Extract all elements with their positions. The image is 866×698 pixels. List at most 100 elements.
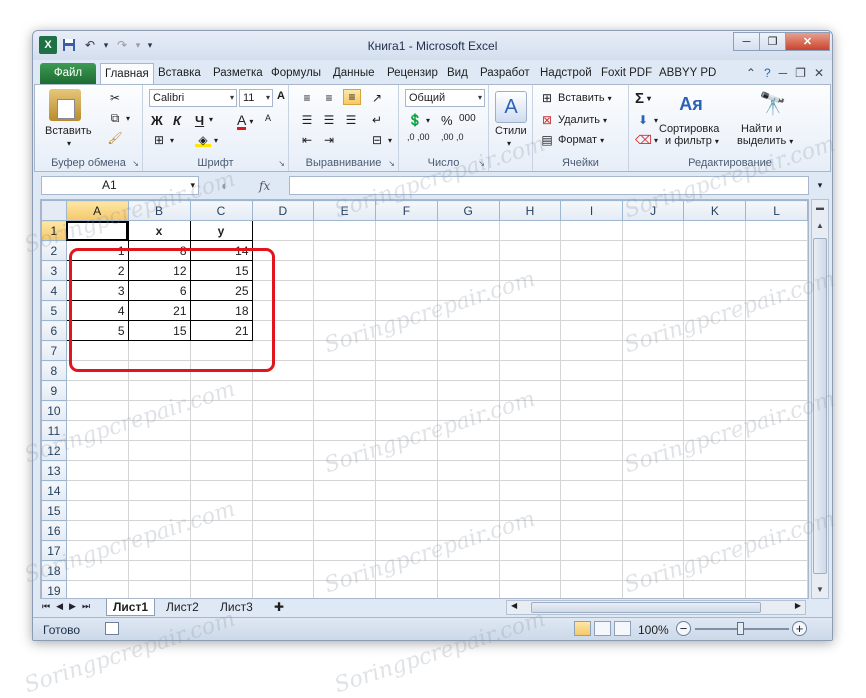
cell-F13[interactable]	[375, 460, 438, 481]
cell-E13[interactable]	[313, 460, 377, 481]
cell-K5[interactable]	[683, 300, 747, 321]
cell-B10[interactable]	[127, 400, 191, 421]
cell-F2[interactable]	[375, 240, 438, 261]
cell-J3[interactable]	[621, 260, 685, 281]
paste-icon[interactable]	[49, 89, 81, 121]
cell-I1[interactable]	[560, 220, 623, 241]
sheet-tab-2[interactable]: Лист2	[160, 599, 205, 616]
column-header[interactable]: I	[560, 200, 623, 221]
wrap-text-icon[interactable]: ↵	[369, 113, 385, 127]
cell-K3[interactable]	[683, 260, 747, 281]
format-cells-button[interactable]: ▤ Формат ▾	[539, 133, 604, 147]
row-header[interactable]: 9	[41, 380, 67, 401]
row-header[interactable]: 5	[41, 300, 67, 321]
cell-D13[interactable]	[251, 460, 315, 481]
macro-record-icon[interactable]	[105, 622, 119, 635]
align-right-icon[interactable]: ☰	[343, 113, 359, 127]
paste-button[interactable]: Вставить	[45, 125, 92, 137]
cell-K16[interactable]	[683, 520, 747, 541]
find-select-icon[interactable]: 🔭	[757, 89, 789, 121]
cell-J1[interactable]	[621, 220, 685, 241]
row-header[interactable]: 1	[41, 220, 67, 241]
cell-F15[interactable]	[375, 500, 438, 521]
cell-A4[interactable]: 3	[65, 280, 129, 301]
row-header[interactable]: 19	[41, 580, 67, 598]
row-header[interactable]: 15	[41, 500, 67, 521]
cell-B7[interactable]	[127, 340, 191, 361]
sheet-tab-1[interactable]: Лист1	[106, 599, 156, 616]
cell-I16[interactable]	[560, 520, 623, 541]
cell-J8[interactable]	[621, 360, 685, 381]
cell-D12[interactable]	[251, 440, 315, 461]
cell-G9[interactable]	[436, 380, 500, 401]
cell-E9[interactable]	[313, 380, 377, 401]
cell-E4[interactable]	[313, 280, 377, 301]
cell-H13[interactable]	[498, 460, 562, 481]
scroll-up-icon[interactable]: ▲	[812, 218, 828, 234]
cell-J18[interactable]	[621, 560, 685, 581]
cell-F16[interactable]	[375, 520, 438, 541]
cell-D6[interactable]	[251, 320, 315, 341]
cell-C11[interactable]	[189, 420, 253, 441]
cell-L1[interactable]	[745, 220, 808, 241]
cell-G1[interactable]	[436, 220, 500, 241]
cell-B15[interactable]	[127, 500, 191, 521]
cell-table[interactable]: A B C D E F G H I J K L 1 x y 2 1 8 14 3 2 12 15 4 3…	[41, 200, 808, 598]
row-header[interactable]: 12	[41, 440, 67, 461]
cell-F1[interactable]	[375, 220, 438, 241]
cell-A14[interactable]	[65, 480, 129, 501]
column-header[interactable]: G	[436, 200, 500, 221]
align-top-icon[interactable]: ≡	[299, 91, 315, 105]
cell-K15[interactable]	[683, 500, 747, 521]
cell-A1[interactable]	[65, 220, 129, 241]
cell-C4[interactable]: 25	[189, 280, 253, 301]
cell-F4[interactable]	[375, 280, 438, 301]
cell-I6[interactable]	[560, 320, 623, 341]
cell-C7[interactable]	[189, 340, 253, 361]
decrease-decimal-button[interactable]: ,00 ,0	[441, 133, 471, 142]
increase-indent-icon[interactable]: ⇥	[321, 133, 337, 147]
column-header[interactable]: A	[65, 200, 129, 221]
cell-B2[interactable]: 8	[127, 240, 191, 261]
cell-E14[interactable]	[313, 480, 377, 501]
cell-L18[interactable]	[745, 560, 808, 581]
cell-H14[interactable]	[498, 480, 562, 501]
cell-B3[interactable]: 12	[127, 260, 191, 281]
cell-H1[interactable]	[498, 220, 562, 241]
cell-A18[interactable]	[65, 560, 129, 581]
cell-F6[interactable]	[375, 320, 438, 341]
format-painter-icon[interactable]: 🖌	[107, 131, 123, 145]
currency-icon[interactable]: 💲 ▾	[407, 113, 431, 127]
cell-C1[interactable]: y	[189, 220, 253, 241]
cell-E18[interactable]	[313, 560, 377, 581]
cell-E2[interactable]	[313, 240, 377, 261]
cell-J15[interactable]	[621, 500, 685, 521]
worksheet-grid[interactable]: A B C D E F G H I J K L 1 x y 2 1 8 14 3 2 12 15 4 3…	[40, 199, 809, 599]
cell-E7[interactable]	[313, 340, 377, 361]
number-launcher-icon[interactable]: ↘	[478, 159, 485, 168]
cell-L15[interactable]	[745, 500, 808, 521]
cell-E3[interactable]	[313, 260, 377, 281]
cell-J19[interactable]	[621, 580, 685, 598]
cell-K12[interactable]	[683, 440, 747, 461]
minimize-button[interactable]: ─	[733, 32, 760, 51]
cell-I17[interactable]	[560, 540, 623, 561]
row-header[interactable]: 8	[41, 360, 67, 381]
cell-H15[interactable]	[498, 500, 562, 521]
zoom-level[interactable]: 100%	[638, 623, 669, 637]
decrease-indent-icon[interactable]: ⇤	[299, 133, 315, 147]
cell-E12[interactable]	[313, 440, 377, 461]
cell-B5[interactable]: 21	[127, 300, 191, 321]
tab-developer[interactable]: Разработ	[476, 63, 534, 84]
cell-K7[interactable]	[683, 340, 747, 361]
column-header[interactable]: L	[745, 200, 808, 221]
cell-J11[interactable]	[621, 420, 685, 441]
cell-L4[interactable]	[745, 280, 808, 301]
cell-L9[interactable]	[745, 380, 808, 401]
cell-L8[interactable]	[745, 360, 808, 381]
clipboard-launcher-icon[interactable]: ↘	[132, 159, 139, 168]
cell-J16[interactable]	[621, 520, 685, 541]
cell-H19[interactable]	[498, 580, 562, 598]
cell-L13[interactable]	[745, 460, 808, 481]
cell-L14[interactable]	[745, 480, 808, 501]
